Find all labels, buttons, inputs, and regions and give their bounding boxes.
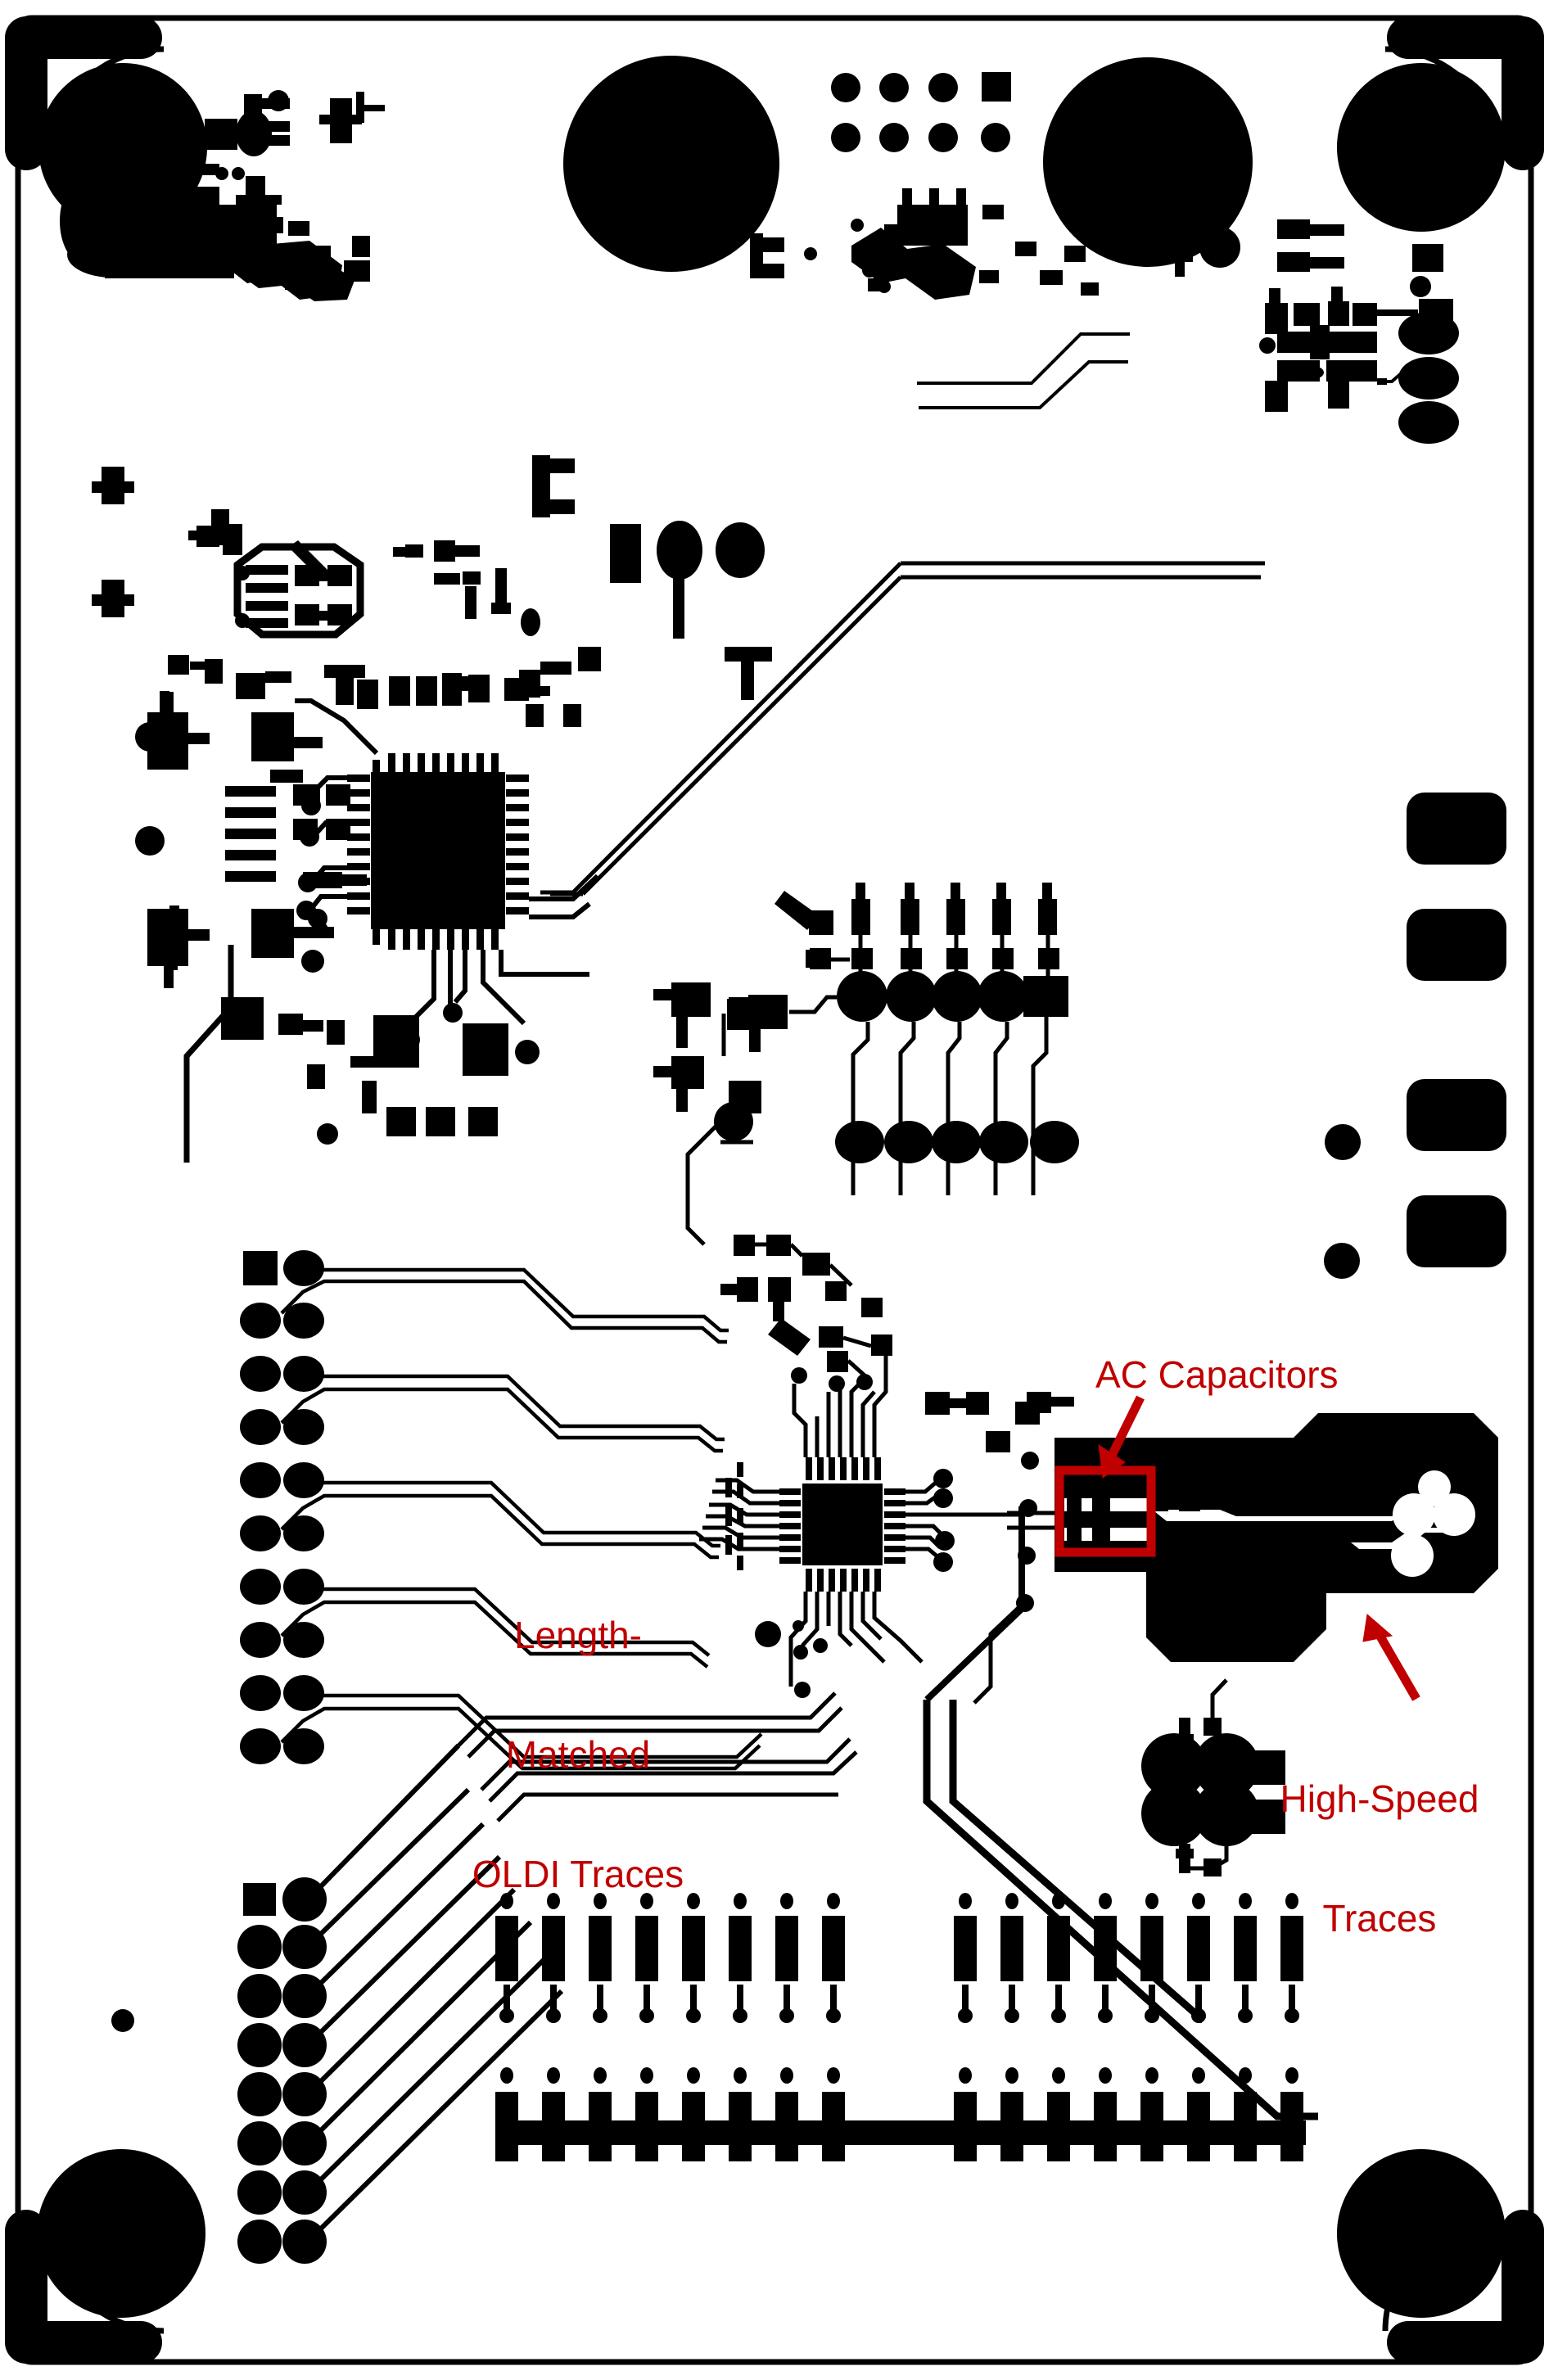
annotation-high-speed-label: High-Speed Traces — [1261, 1699, 1498, 2018]
annotation-high-speed-line-2: Traces — [1322, 1896, 1437, 1940]
annotation-length-matched-line-1: Length- — [513, 1613, 642, 1656]
annotation-length-matched-line-2: Matched — [505, 1732, 651, 1776]
annotation-length-matched-line-3: OLDI Traces — [472, 1853, 684, 1895]
qfp-ic-upper-left — [347, 753, 529, 950]
pcb-layout-figure: AC Capacitors Length- Matched OLDI Trace… — [0, 0, 1549, 2380]
annotation-high-speed-line-1: High-Speed — [1280, 1777, 1479, 1820]
pcb-artwork-svg — [0, 0, 1549, 2380]
annotation-length-matched-label: Length- Matched OLDI Traces — [463, 1535, 693, 1974]
annotation-ac-capacitors-label: AC Capacitors — [1095, 1353, 1339, 1396]
